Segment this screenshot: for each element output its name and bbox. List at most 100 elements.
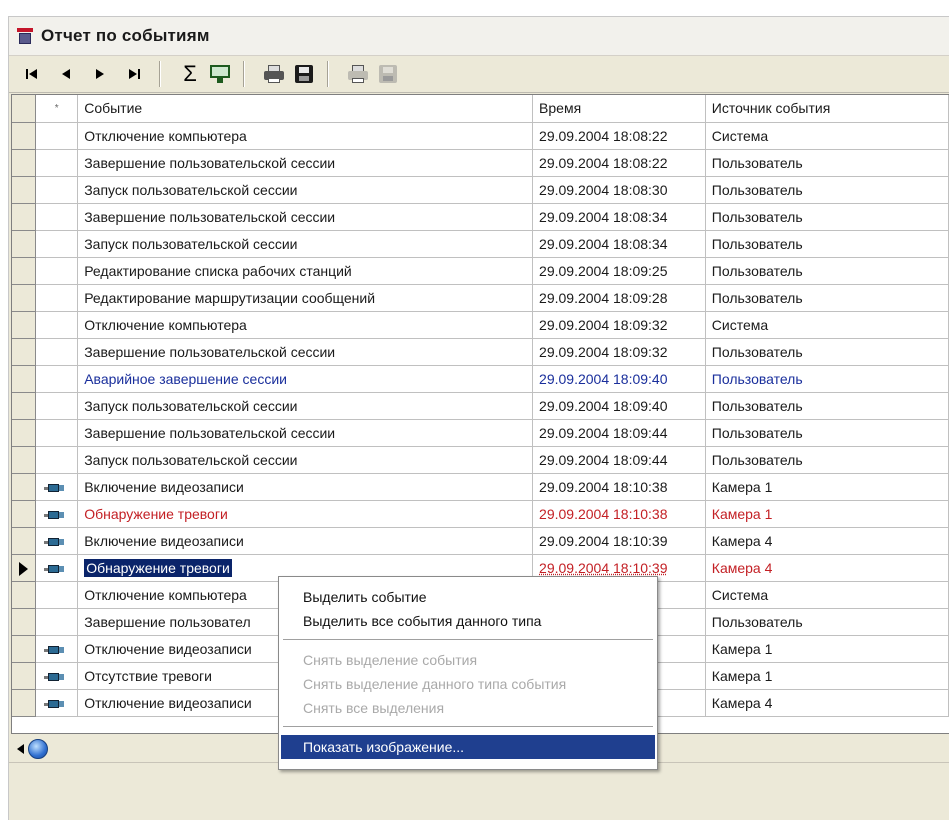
column-header-event[interactable]: Событие — [77, 95, 534, 123]
row-indicator[interactable] — [12, 500, 37, 528]
event-cell: Завершение пользовательской сессии — [77, 338, 534, 366]
row-type-cell — [35, 365, 79, 393]
event-cell-text: Аварийное завершение сессии — [84, 370, 287, 387]
time-cell-text: 29.09.2004 18:10:38 — [539, 505, 668, 522]
table-row[interactable]: Включение видеозаписи 29.09.2004 18:10:39… — [12, 527, 949, 555]
row-type-cell — [35, 689, 79, 717]
menu-separator — [283, 726, 653, 727]
menu-item[interactable]: Выделить все события данного типа — [279, 609, 657, 633]
time-cell: 29.09.2004 18:09:44 — [532, 419, 706, 447]
row-indicator[interactable] — [12, 338, 37, 366]
table-row[interactable]: Запуск пользовательской сессии 29.09.2004… — [12, 176, 949, 204]
row-indicator[interactable] — [12, 581, 37, 609]
source-cell-text: Пользователь — [711, 451, 803, 468]
row-type-cell — [35, 635, 79, 663]
source-cell-text: Пользователь — [711, 370, 803, 387]
source-cell-text: Пользователь — [711, 343, 803, 360]
last-record-button[interactable] — [117, 61, 151, 87]
column-header-source[interactable]: Источник события — [705, 95, 949, 123]
source-cell-text: Пользователь — [711, 235, 803, 252]
source-cell: Пользователь — [705, 419, 949, 447]
source-cell-text: Камера 4 — [711, 532, 773, 549]
event-cell-text: Обнаружение тревоги — [83, 557, 233, 578]
next-record-button[interactable] — [83, 61, 117, 87]
row-indicator[interactable] — [12, 203, 37, 231]
row-indicator[interactable] — [12, 392, 37, 420]
save-disabled-button[interactable] — [373, 61, 403, 87]
time-cell-text: 29.09.2004 18:09:25 — [539, 262, 668, 279]
table-row[interactable]: Аварийное завершение сессии 29.09.2004 18… — [12, 365, 949, 393]
time-cell-text: 29.09.2004 18:08:34 — [539, 235, 668, 252]
row-indicator[interactable] — [12, 446, 37, 474]
source-cell-text: Система — [711, 586, 769, 603]
row-indicator[interactable] — [12, 608, 37, 636]
row-indicator[interactable] — [12, 230, 37, 258]
row-indicator[interactable] — [12, 689, 37, 717]
row-type-cell — [35, 284, 79, 312]
table-row[interactable]: Обнаружение тревоги 29.09.2004 18:10:38 Ка… — [12, 500, 949, 528]
time-cell-text: 29.09.2004 18:08:22 — [539, 127, 668, 144]
table-row[interactable]: Отключение компьютера 29.09.2004 18:08:22… — [12, 122, 949, 150]
table-row[interactable]: Включение видеозаписи 29.09.2004 18:10:38… — [12, 473, 949, 501]
source-cell: Пользователь — [705, 149, 949, 177]
menu-item[interactable]: Показать изображение... — [281, 735, 655, 759]
menu-item[interactable]: Выделить событие — [279, 585, 657, 609]
row-indicator[interactable] — [12, 473, 37, 501]
table-row[interactable]: Отключение компьютера 29.09.2004 18:09:32… — [12, 311, 949, 339]
event-cell-text: Отключение видеозаписи — [84, 694, 252, 711]
table-row[interactable]: Запуск пользовательской сессии 29.09.2004… — [12, 392, 949, 420]
source-cell: Пользователь — [705, 608, 949, 636]
row-indicator[interactable] — [12, 554, 37, 582]
table-row[interactable]: Завершение пользовательской сессии 29.09.… — [12, 149, 949, 177]
row-indicator[interactable] — [12, 365, 37, 393]
row-indicator[interactable] — [12, 527, 37, 555]
prev-record-button[interactable] — [49, 61, 83, 87]
event-cell-text: Запуск пользовательской сессии — [84, 181, 298, 198]
row-indicator[interactable] — [12, 635, 37, 663]
event-cell-text: Отключение видеозаписи — [84, 640, 252, 657]
row-indicator[interactable] — [12, 149, 37, 177]
table-row[interactable]: Завершение пользовательской сессии 29.09.… — [12, 338, 949, 366]
first-record-icon — [26, 69, 37, 79]
table-row[interactable]: Завершение пользовательской сессии 29.09.… — [12, 203, 949, 231]
save-button[interactable] — [289, 61, 319, 87]
first-record-button[interactable] — [15, 61, 49, 87]
column-header-time[interactable]: Время — [532, 95, 706, 123]
time-cell: 29.09.2004 18:09:32 — [532, 311, 706, 339]
printer-disabled-icon — [348, 65, 368, 83]
row-indicator[interactable] — [12, 122, 37, 150]
time-cell: 29.09.2004 18:10:38 — [532, 500, 706, 528]
monitor-button[interactable] — [205, 61, 235, 87]
table-row[interactable]: Завершение пользовательской сессии 29.09.… — [12, 419, 949, 447]
row-indicator[interactable] — [12, 284, 37, 312]
row-type-cell — [35, 149, 79, 177]
table-row[interactable]: Запуск пользовательской сессии 29.09.2004… — [12, 230, 949, 258]
prev-record-icon — [62, 69, 70, 79]
sum-button[interactable]: Σ — [175, 61, 205, 87]
scroll-thumb[interactable] — [28, 739, 48, 759]
event-cell-text: Включение видеозаписи — [84, 532, 244, 549]
table-row[interactable]: Редактирование маршрутизации сообщений 29… — [12, 284, 949, 312]
print-button[interactable] — [259, 61, 289, 87]
camera-icon — [44, 509, 65, 521]
source-cell: Пользователь — [705, 230, 949, 258]
source-cell: Система — [705, 311, 949, 339]
event-cell: Включение видеозаписи — [77, 473, 534, 501]
source-cell: Пользователь — [705, 176, 949, 204]
row-indicator[interactable] — [12, 176, 37, 204]
row-indicator[interactable] — [12, 662, 37, 690]
next-record-icon — [96, 69, 104, 79]
column-header-marker[interactable]: * — [35, 95, 79, 123]
row-indicator[interactable] — [12, 419, 37, 447]
row-indicator[interactable] — [12, 257, 37, 285]
event-cell: Редактирование маршрутизации сообщений — [77, 284, 534, 312]
source-cell: Камера 4 — [705, 689, 949, 717]
print-disabled-button[interactable] — [343, 61, 373, 87]
event-cell-text: Запуск пользовательской сессии — [84, 235, 298, 252]
table-row[interactable]: Редактирование списка рабочих станций 29.… — [12, 257, 949, 285]
row-type-cell — [35, 257, 79, 285]
table-row[interactable]: Запуск пользовательской сессии 29.09.2004… — [12, 446, 949, 474]
event-cell: Включение видеозаписи — [77, 527, 534, 555]
scroll-left-arrow-icon[interactable] — [17, 744, 24, 754]
row-indicator[interactable] — [12, 311, 37, 339]
